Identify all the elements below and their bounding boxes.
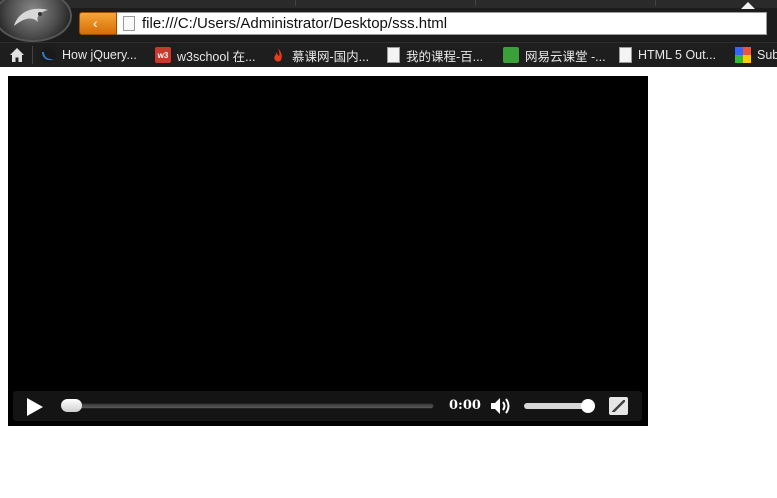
play-icon[interactable]	[27, 398, 43, 416]
netease-icon	[503, 47, 519, 63]
bookmark-item[interactable]: How jQuery...	[40, 46, 137, 64]
bookmark-label: w3school 在...	[177, 49, 256, 64]
current-time: 0:00	[449, 398, 481, 413]
tab-divider	[655, 0, 656, 6]
bookmarks-bar: How jQuery... w3 w3school 在... 慕课网-国内...…	[0, 42, 777, 67]
address-bar[interactable]: file:///C:/Users/Administrator/Desktop/s…	[117, 12, 767, 35]
tab-indicator-icon	[741, 2, 755, 9]
bookmark-item[interactable]: 慕课网-国内...	[270, 46, 369, 64]
bookmark-label: 我的课程-百...	[406, 49, 484, 64]
tab-divider	[475, 0, 476, 6]
bookmark-item[interactable]: Sub	[735, 46, 777, 64]
bookmark-label: Sub	[757, 48, 777, 62]
bookmark-item[interactable]: HTML 5 Out...	[619, 46, 716, 64]
page-icon	[387, 47, 400, 63]
bookmark-separator	[32, 46, 33, 64]
bookmark-item[interactable]: w3 w3school 在...	[155, 46, 256, 64]
back-button[interactable]: ‹	[79, 12, 117, 35]
flame-icon	[270, 47, 286, 63]
address-text[interactable]: file:///C:/Users/Administrator/Desktop/s…	[142, 15, 447, 32]
bookmark-label: 慕课网-国内...	[292, 49, 370, 64]
bookmark-label: How jQuery...	[62, 48, 137, 62]
back-icon: ‹	[93, 15, 98, 31]
page-icon	[619, 47, 632, 63]
volume-icon[interactable]	[489, 396, 513, 416]
browser-logo-icon[interactable]	[0, 0, 72, 42]
video-controls: 0:00	[13, 391, 642, 421]
sub-icon	[735, 47, 751, 63]
jquery-icon	[40, 47, 56, 63]
page-icon	[123, 16, 135, 31]
tab-strip	[0, 0, 777, 8]
bookmark-label: HTML 5 Out...	[638, 48, 717, 62]
w3school-icon: w3	[155, 47, 171, 63]
seek-bar[interactable]	[62, 403, 434, 409]
volume-handle[interactable]	[581, 399, 595, 413]
video-player[interactable]: 0:00	[8, 76, 648, 426]
seek-handle[interactable]	[61, 399, 82, 412]
home-icon[interactable]	[9, 47, 25, 63]
bookmark-item[interactable]: 我的课程-百...	[387, 46, 483, 64]
browser-chrome: ‹ file:///C:/Users/Administrator/Desktop…	[0, 0, 777, 67]
tab-divider	[295, 0, 296, 6]
fullscreen-icon[interactable]	[609, 397, 628, 415]
bookmark-item[interactable]: 网易云课堂 -...	[503, 46, 606, 64]
bookmark-label: 网易云课堂 -...	[525, 49, 606, 64]
